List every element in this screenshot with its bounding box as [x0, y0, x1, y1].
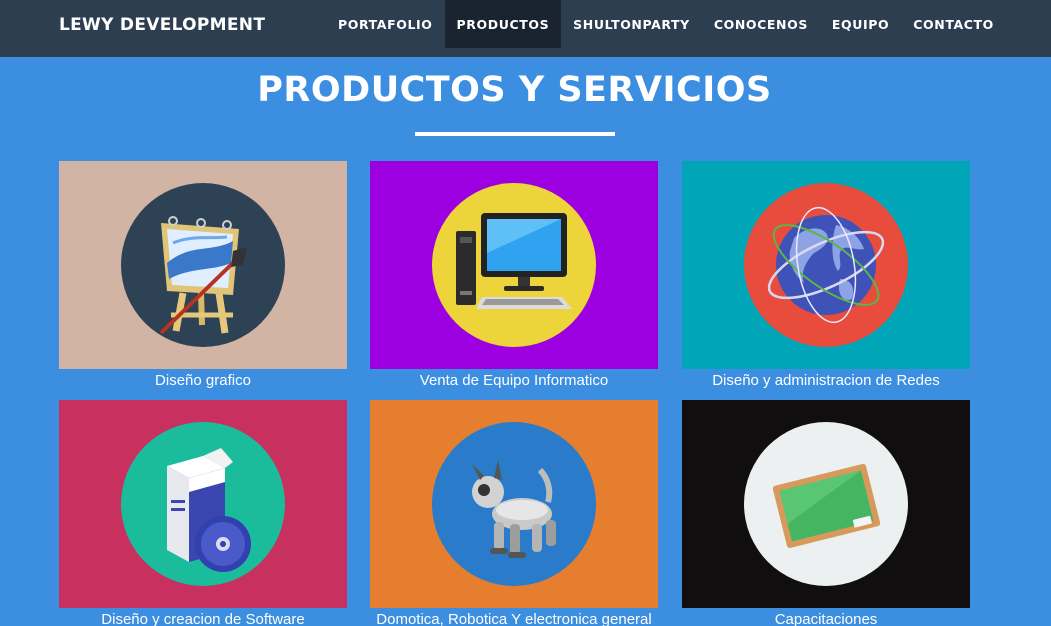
brand-logo-link[interactable]: LEWY DEVELOPMENT [59, 15, 265, 35]
nav-links: PORTAFOLIO PRODUCTOS SHULTONPARTY CONOCE… [326, 0, 1006, 48]
product-card-diseno-grafico[interactable]: Diseño grafico [59, 161, 347, 390]
robot-dog-icon [472, 460, 556, 558]
product-image[interactable] [59, 400, 347, 608]
product-card-venta-equipo[interactable]: Venta de Equipo Informatico [370, 161, 658, 390]
product-label[interactable]: Domotica, Robotica Y electronica general [370, 611, 658, 626]
nav-link-shultonparty[interactable]: SHULTONPARTY [561, 0, 702, 48]
product-label[interactable]: Capacitaciones [682, 611, 970, 626]
product-image[interactable] [370, 400, 658, 608]
nav-link-equipo[interactable]: EQUIPO [820, 0, 901, 48]
billboard-paintbrush-icon [159, 216, 247, 335]
product-card-domotica[interactable]: Domotica, Robotica Y electronica general [370, 400, 658, 626]
nav-link-portafolio[interactable]: PORTAFOLIO [326, 0, 445, 48]
product-label[interactable]: Diseño y creacion de Software [59, 611, 347, 626]
navbar: LEWY DEVELOPMENT PORTAFOLIO PRODUCTOS SH… [0, 0, 1051, 57]
product-label[interactable]: Diseño grafico [59, 372, 347, 390]
globe-network-icon [767, 206, 885, 324]
product-image[interactable] [59, 161, 347, 369]
product-card-software[interactable]: Diseño y creacion de Software [59, 400, 347, 626]
desktop-computer-icon [456, 213, 572, 309]
title-divider [415, 132, 615, 136]
software-box-icon [167, 448, 251, 572]
product-label[interactable]: Diseño y administracion de Redes [682, 372, 970, 390]
product-image[interactable] [682, 400, 970, 608]
product-image[interactable] [370, 161, 658, 369]
section-title: PRODUCTOS Y SERVICIOS [257, 70, 772, 110]
nav-link-productos[interactable]: PRODUCTOS [444, 0, 562, 48]
product-card-capacitaciones[interactable]: Capacitaciones [682, 400, 970, 626]
product-image[interactable] [682, 161, 970, 369]
product-label[interactable]: Venta de Equipo Informatico [370, 372, 658, 390]
product-card-redes[interactable]: Diseño y administracion de Redes [682, 161, 970, 390]
nav-link-conocenos[interactable]: CONOCENOS [702, 0, 820, 48]
nav-link-contacto[interactable]: CONTACTO [901, 0, 1006, 48]
chalkboard-icon [772, 463, 881, 548]
